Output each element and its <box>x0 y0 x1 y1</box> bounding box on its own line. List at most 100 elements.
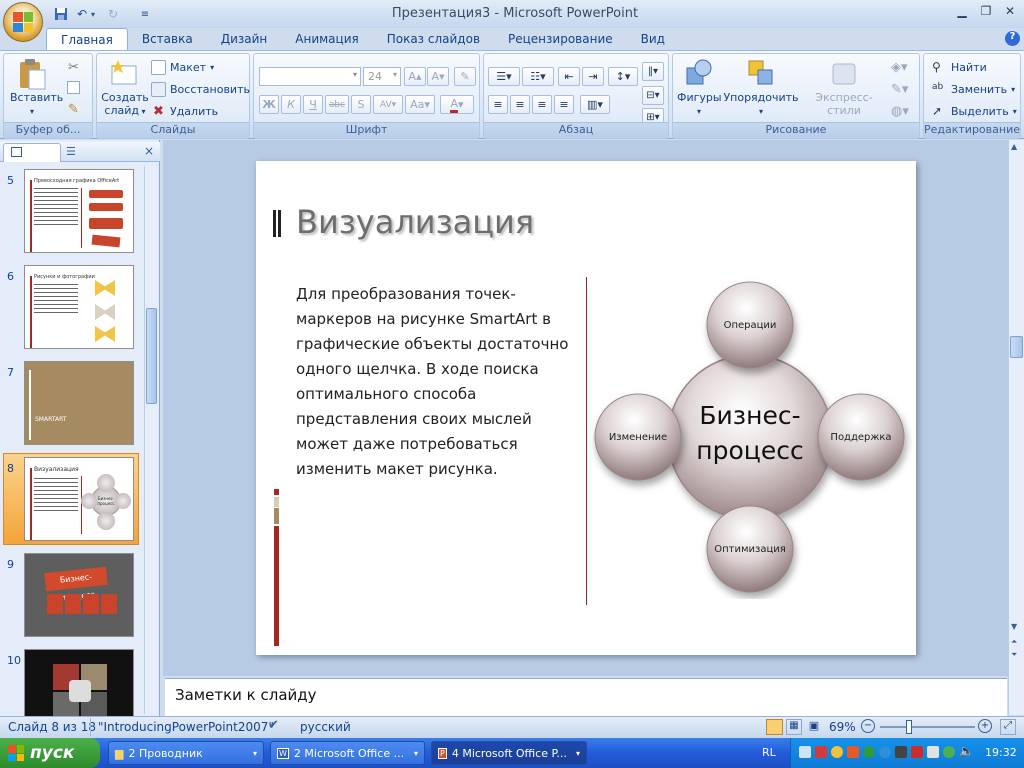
align-right-button[interactable]: ≡ <box>532 95 552 114</box>
thumbnails-scrollbar[interactable] <box>144 166 158 714</box>
font-color-button[interactable]: A ▾ <box>440 95 474 114</box>
new-slide-button[interactable]: Создать слайд ▾ <box>101 58 149 117</box>
tab-home[interactable]: Главная <box>46 28 128 50</box>
start-button[interactable]: пуск <box>0 738 100 768</box>
zoom-in-icon[interactable]: + <box>978 719 992 733</box>
font-size-combo[interactable]: 24 ▾ <box>363 67 401 86</box>
format-painter-icon[interactable]: ✎ <box>68 102 79 117</box>
reset-button[interactable]: Восстановить <box>151 80 250 98</box>
zoom-slider[interactable] <box>880 726 975 728</box>
zoom-level[interactable]: 69% <box>829 720 856 734</box>
zoom-slider-thumb[interactable] <box>906 720 912 734</box>
tray-icon[interactable] <box>799 746 811 758</box>
keyboard-language[interactable]: RL <box>762 746 776 759</box>
outline-view-icon[interactable]: ☰ <box>66 145 76 158</box>
tray-icon[interactable] <box>815 746 827 758</box>
strikethrough-button[interactable]: abc <box>325 95 349 114</box>
tray-icon[interactable] <box>831 746 843 758</box>
taskbar-item-explorer[interactable]: ▆ 2 Проводник ▾ <box>108 741 264 765</box>
slide-thumbnail-10[interactable] <box>24 649 134 717</box>
clear-format-icon[interactable]: ✎ <box>454 67 476 86</box>
shrink-font-button[interactable]: A ▼ <box>427 67 449 86</box>
volume-icon[interactable]: 🔈 <box>959 744 974 758</box>
columns-button[interactable]: ▥▾ <box>580 95 610 114</box>
shape-outline-icon[interactable]: ✎▾ <box>891 82 908 97</box>
slide-canvas[interactable]: Визуализация Для преобразования точек- м… <box>256 161 916 655</box>
delete-slide-button[interactable]: ✖ Удалить <box>151 102 218 120</box>
italic-button[interactable]: К <box>281 95 301 114</box>
layout-button[interactable]: Макет ▾ <box>151 58 214 76</box>
line-spacing-button[interactable]: ↕▾ <box>608 67 638 86</box>
text-direction-icon[interactable]: ‖▾ <box>642 62 664 81</box>
close-button[interactable]: ✕ <box>998 4 1022 22</box>
underline-button[interactable]: Ч <box>303 95 323 114</box>
copy-icon[interactable] <box>67 81 80 94</box>
font-name-combo[interactable]: ▾ <box>259 67 361 86</box>
select-button[interactable]: ➚ Выделить ▾ <box>932 102 1017 120</box>
slide-thumbnail-5[interactable]: Превосходная графика OfficeArt <box>24 169 134 253</box>
smartart-diagram[interactable]: Бизнес- процесс Операции Поддержка Оптим… <box>586 269 916 599</box>
decrease-indent-button[interactable]: ⇤ <box>558 67 580 86</box>
tab-insert[interactable]: Вставка <box>128 28 207 50</box>
paste-button[interactable]: Вставить ▾ <box>10 58 63 117</box>
tray-icon[interactable] <box>847 746 859 758</box>
spellcheck-icon[interactable]: ✔ <box>268 718 279 733</box>
tray-icon[interactable] <box>863 746 875 758</box>
zoom-out-icon[interactable]: − <box>861 719 875 733</box>
tab-view[interactable]: Вид <box>627 28 679 50</box>
cut-icon[interactable]: ✂ <box>68 60 79 75</box>
tab-slideshow[interactable]: Показ слайдов <box>373 28 494 50</box>
tab-design[interactable]: Дизайн <box>207 28 282 50</box>
align-center-button[interactable]: ≡ <box>510 95 530 114</box>
case-button[interactable]: Aa▾ <box>405 95 435 114</box>
increase-indent-button[interactable]: ⇥ <box>582 67 604 86</box>
taskbar-item-powerpoint[interactable]: P4 Microsoft Office P... ▾ <box>431 741 587 765</box>
arrange-button[interactable]: Упорядочить ▾ <box>723 58 799 117</box>
language-indicator[interactable]: русский <box>300 720 351 734</box>
tray-icon[interactable] <box>943 746 955 758</box>
slide-body-text[interactable]: Для преобразования точек- маркеров на ри… <box>296 282 586 482</box>
tab-review[interactable]: Рецензирование <box>494 28 627 50</box>
normal-view-icon[interactable] <box>766 719 783 735</box>
fit-to-window-icon[interactable]: ⤢ <box>1000 719 1016 735</box>
tray-icon[interactable] <box>911 746 923 758</box>
scrollbar-thumb[interactable] <box>1010 336 1023 358</box>
tab-slides-view[interactable] <box>3 143 61 162</box>
scroll-down-icon[interactable]: ▼ <box>1011 622 1017 631</box>
bullets-button[interactable]: ☰▾ <box>488 67 520 86</box>
find-button[interactable]: ⚲ Найти <box>932 58 987 76</box>
spacing-button[interactable]: AV▾ <box>373 95 403 114</box>
tray-icon[interactable] <box>879 746 891 758</box>
clock[interactable]: 19:32 <box>985 746 1017 759</box>
justify-button[interactable]: ≡ <box>554 95 574 114</box>
paste-dropdown-icon[interactable]: ▾ <box>30 107 34 116</box>
scroll-up-icon[interactable]: ▲ <box>1011 142 1017 151</box>
save-icon[interactable] <box>52 5 70 23</box>
shape-fill-icon[interactable]: ◈▾ <box>891 60 908 75</box>
replace-button[interactable]: ab Заменить ▾ <box>932 80 1015 98</box>
maximize-button[interactable]: ❐ <box>974 4 998 22</box>
scrollbar-thumb[interactable] <box>146 308 157 404</box>
slide-thumbnail-6[interactable]: Рисунки и фотографии <box>24 265 134 349</box>
next-slide-icon[interactable]: ⏷ <box>1011 650 1017 660</box>
shape-effects-icon[interactable]: ◍▾ <box>891 104 909 119</box>
shapes-button[interactable]: Фигуры ▾ <box>677 58 722 117</box>
bold-button[interactable]: Ж <box>259 95 279 114</box>
tray-icon[interactable] <box>895 746 907 758</box>
tray-icon[interactable] <box>927 746 939 758</box>
close-pane-icon[interactable]: × <box>144 144 154 158</box>
align-text-icon[interactable]: ⊟▾ <box>642 86 664 105</box>
grow-font-button[interactable]: A ▲ <box>404 67 426 86</box>
slide-scrollbar[interactable]: ▲ ▼ ⏶ ⏷ <box>1008 140 1024 715</box>
slideshow-view-icon[interactable]: ▣ <box>806 719 822 735</box>
previous-slide-icon[interactable]: ⏶ <box>1011 637 1017 647</box>
taskbar-item-office[interactable]: W2 Microsoft Office ... ▾ <box>270 741 425 765</box>
minimize-button[interactable]: ▁ <box>950 4 974 22</box>
notes-pane[interactable]: Заметки к слайду <box>165 678 1007 716</box>
slide-thumbnail-7[interactable]: SMARTART <box>24 361 134 445</box>
redo-icon[interactable]: ↻ <box>104 5 122 23</box>
numbering-button[interactable]: ☷▾ <box>522 67 554 86</box>
shadow-button[interactable]: S <box>351 95 371 114</box>
quick-styles-button[interactable]: Экспресс-стили▾ <box>801 58 887 130</box>
help-icon[interactable]: ? <box>1005 31 1020 46</box>
